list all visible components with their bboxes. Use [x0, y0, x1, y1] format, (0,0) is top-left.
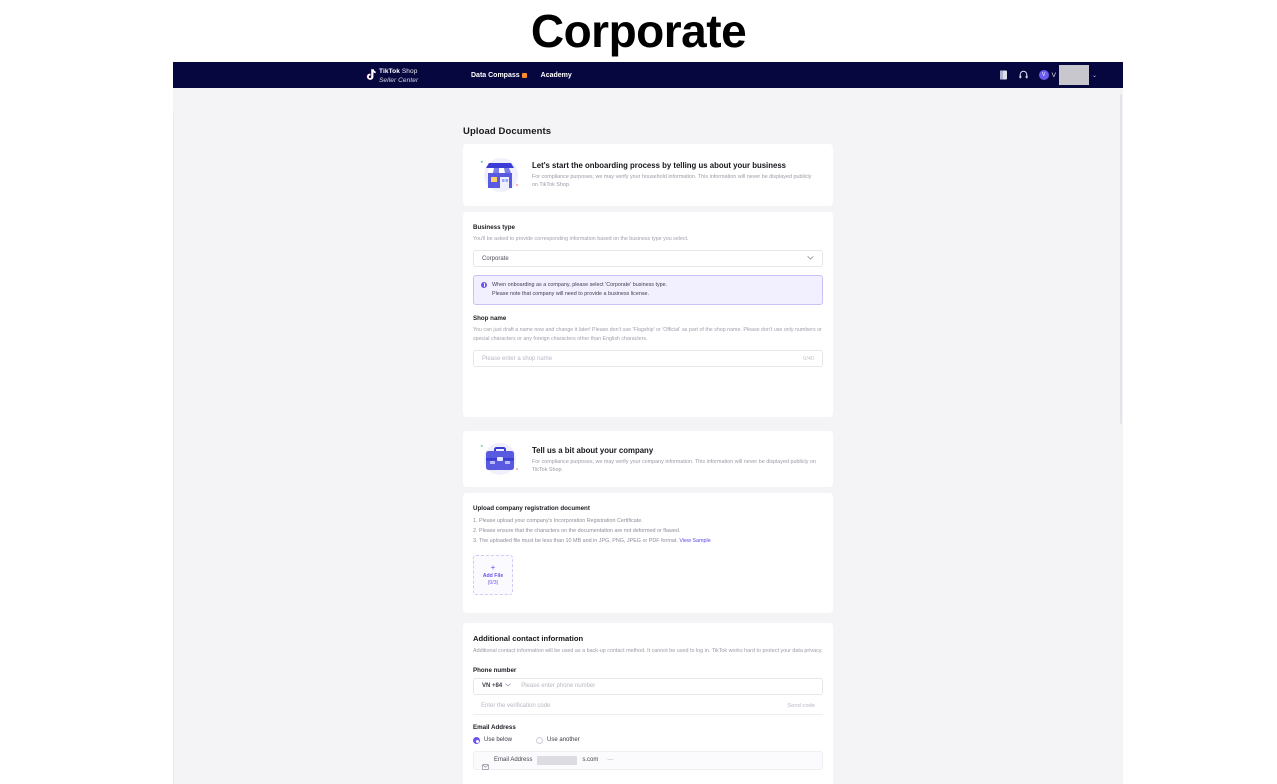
business-intro-text: Let's start the onboarding process by te…	[532, 161, 817, 190]
phone-number-placeholder: Please enter phone number	[521, 683, 596, 690]
radio-use-below-button[interactable]	[473, 736, 480, 744]
email-option-radio-group: Use below Use another	[473, 736, 823, 744]
user-menu[interactable]: V V ⌄	[1038, 65, 1097, 85]
email-address-label: Email Address	[473, 723, 516, 731]
email-field-label: Email Address	[494, 757, 533, 764]
radio-use-another-label: Use another	[547, 737, 580, 744]
nav-link-data-compass[interactable]: Data Compass	[471, 72, 527, 79]
shop-name-input[interactable]: Please enter a shop name 0/40	[473, 350, 823, 368]
email-address-field[interactable]: Email Address s.com —	[473, 750, 823, 771]
page-title: Upload Documents	[463, 126, 552, 137]
logo-line1-bold: TikTok	[379, 68, 400, 75]
book-icon[interactable]	[999, 70, 1008, 80]
info-icon	[481, 282, 487, 289]
plus-icon: +	[490, 563, 496, 572]
briefcase-illustration-icon	[477, 440, 523, 480]
avatar: V	[1038, 70, 1049, 80]
nav-link-academy[interactable]: Academy	[541, 72, 572, 79]
shop-name-counter: 0/40	[803, 355, 814, 362]
alert-text-block: When onboarding as a company, please sel…	[492, 281, 667, 299]
add-file-label: Add File	[482, 573, 504, 579]
business-type-info-alert: When onboarding as a company, please sel…	[473, 275, 823, 306]
logo-line1-light: Shop	[399, 68, 418, 75]
company-intro-desc: For compliance purposes, we may verify y…	[532, 458, 816, 473]
top-navigation-bar: TikTok Shop Seller Center Data Compass A…	[173, 62, 1123, 88]
tiktok-note-icon	[365, 68, 376, 82]
radio-use-another-button[interactable]	[536, 736, 544, 744]
logo-line2: Seller Center	[379, 77, 419, 84]
nav-links: Data Compass Academy	[471, 72, 572, 79]
business-intro-title: Let's start the onboarding process by te…	[532, 160, 786, 170]
nav-right-cluster: V V ⌄	[999, 65, 1097, 85]
shop-name-help: You can just draft a name now and change…	[473, 327, 822, 342]
browser-viewport: TikTok Shop Seller Center Data Compass A…	[173, 62, 1123, 784]
redacted-user-name	[1058, 65, 1089, 85]
tiktok-shop-seller-center-logo[interactable]: TikTok Shop Seller Center	[365, 66, 418, 84]
additional-contact-card: Additional contact information Additiona…	[463, 623, 833, 784]
nav-link-academy-label: Academy	[540, 71, 572, 79]
country-code-select[interactable]: VN +84	[474, 679, 517, 694]
radio-use-below-label: Use below	[484, 737, 513, 744]
send-code-button[interactable]: Send code	[787, 703, 815, 709]
chevron-down-icon	[505, 683, 511, 689]
upload-rule-1: 1. Please upload your company's Incorpor…	[473, 518, 643, 524]
business-intro-row: Let's start the onboarding process by te…	[463, 144, 833, 206]
add-file-count: (0/3)	[487, 580, 499, 586]
shop-name-label: Shop name	[473, 315, 507, 323]
content-left-divider	[173, 114, 174, 784]
business-type-card: Business type You'll be asked to provide…	[463, 212, 833, 417]
radio-use-another[interactable]: Use another	[536, 736, 580, 744]
email-dash: —	[607, 757, 614, 764]
upload-rule-2: 2. Please ensure that the characters on …	[473, 528, 681, 534]
upload-rule-3: 3. The uploaded file must be less than 1…	[473, 538, 678, 544]
page-content: Upload Documents Let's start the onboard…	[173, 88, 1123, 784]
page-scrollbar[interactable]	[1119, 88, 1123, 784]
company-intro-title: Tell us a bit about your company	[532, 445, 654, 455]
country-code-value: VN +84	[482, 683, 503, 690]
redacted-email-value	[537, 755, 578, 765]
business-intro-card: Let's start the onboarding process by te…	[463, 144, 833, 206]
contact-section-title: Additional contact information	[473, 634, 584, 643]
screenshot-root: Corporate TikTok Shop Seller Center Data…	[0, 0, 1277, 784]
avatar-initial: V	[1041, 72, 1046, 78]
upload-rules: 1. Please upload your company's Incorpor…	[473, 516, 823, 546]
email-domain-tail: s.com	[582, 757, 599, 764]
new-badge-icon	[521, 72, 527, 78]
chevron-down-icon: ⌄	[1091, 72, 1097, 79]
verification-code-placeholder: Enter the verification code	[481, 702, 551, 709]
company-intro-card: Tell us a bit about your company For com…	[463, 431, 833, 487]
phone-number-field[interactable]: VN +84 Please enter phone number	[473, 677, 823, 695]
shop-name-placeholder: Please enter a shop name	[482, 355, 553, 362]
user-name: V	[1051, 71, 1056, 79]
upload-document-card: Upload company registration document 1. …	[463, 493, 833, 613]
alert-line-2: Please note that company will need to pr…	[492, 291, 650, 298]
add-file-button[interactable]: + Add File (0/3)	[473, 555, 513, 595]
company-intro-text: Tell us a bit about your company For com…	[532, 446, 817, 475]
business-intro-desc: For compliance purposes, we may verify y…	[532, 173, 812, 188]
envelope-icon	[482, 757, 489, 771]
contact-section-desc: Additional contact information will be u…	[473, 648, 823, 654]
business-type-label: Business type	[473, 224, 515, 231]
nav-link-data-compass-label: Data Compass	[471, 71, 520, 79]
alert-line-1: When onboarding as a company, please sel…	[492, 282, 668, 289]
view-sample-link[interactable]: View Sample	[679, 538, 710, 544]
upload-rule-3-row: 3. The uploaded file must be less than 1…	[473, 536, 823, 546]
chevron-down-icon	[807, 255, 814, 262]
business-type-select[interactable]: Corporate	[473, 250, 823, 268]
verification-code-field[interactable]: Enter the verification code Send code	[473, 698, 823, 715]
business-type-help: You'll be asked to provide corresponding…	[473, 236, 689, 242]
company-intro-row: Tell us a bit about your company For com…	[463, 431, 833, 489]
radio-use-below[interactable]: Use below	[473, 736, 513, 744]
upload-label: Upload company registration document	[473, 505, 590, 512]
logo-wordmark: TikTok Shop Seller Center	[379, 66, 418, 84]
headset-icon[interactable]	[1019, 70, 1028, 80]
slide-caption: Corporate	[530, 5, 747, 57]
storefront-illustration-icon	[477, 155, 523, 195]
phone-number-label: Phone number	[473, 666, 517, 674]
business-type-selected-value: Corporate	[482, 255, 509, 262]
page-scrollbar-thumb[interactable]	[1120, 94, 1122, 424]
